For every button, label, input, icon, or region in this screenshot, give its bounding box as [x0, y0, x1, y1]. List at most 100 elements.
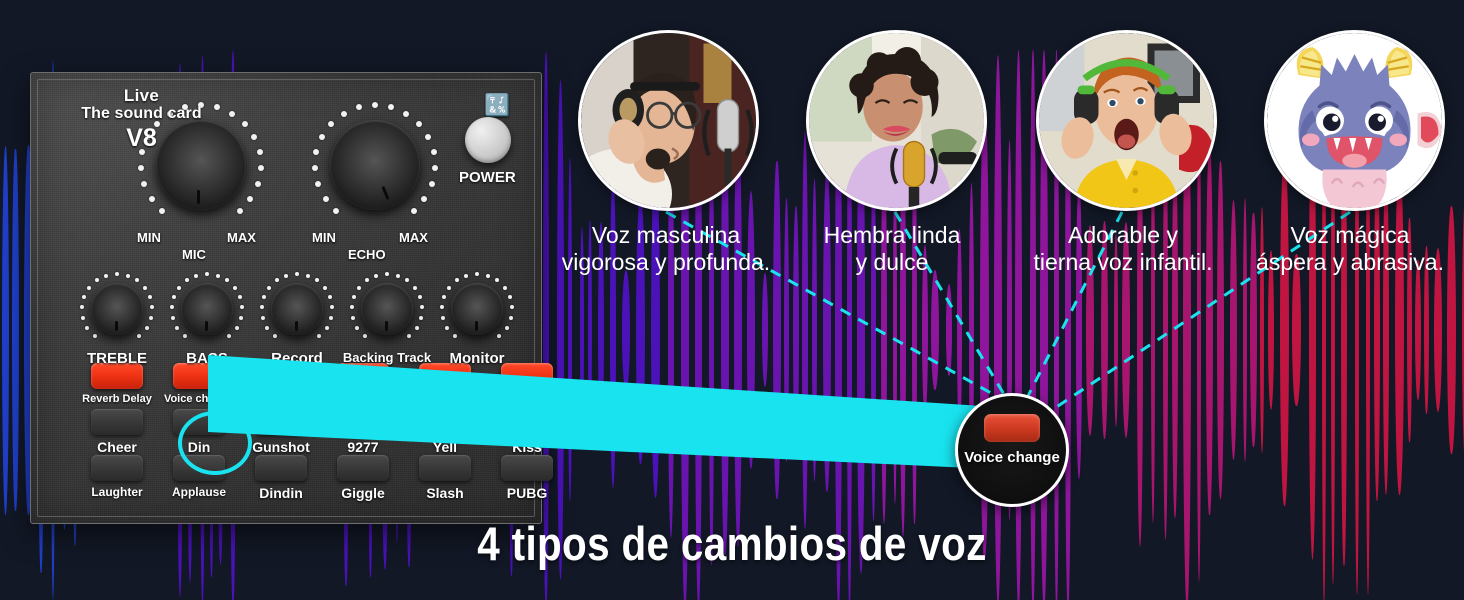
voice-change-button-zoomed[interactable] — [984, 414, 1040, 442]
knob-tick-dot — [425, 134, 432, 141]
sound-pad-pubg[interactable] — [501, 455, 553, 481]
knob-echo-cap[interactable] — [330, 120, 420, 210]
small-knob-monitor[interactable] — [439, 271, 515, 347]
sound-pad-9277[interactable] — [337, 409, 389, 435]
knob-mic-min-label: MIN — [137, 230, 161, 245]
knob-tick-dot — [137, 333, 142, 338]
knob-tick-dot — [405, 278, 410, 283]
knob-tick-dot — [194, 273, 199, 278]
knob-tick-dot — [464, 273, 469, 278]
knob-tick-dot — [257, 165, 264, 172]
knob-tick-dot — [274, 278, 279, 283]
small-knob-backing-track[interactable] — [349, 271, 425, 347]
knob-mic-label: MIC — [182, 247, 206, 262]
waveform-bar — [762, 272, 768, 388]
voice-change-highlight-ring — [178, 411, 252, 475]
knob-tick-dot — [215, 273, 220, 278]
small-knob-pointer — [385, 321, 388, 331]
knob-tick-dot — [428, 181, 435, 188]
caption-female-voice: Hembra linda y dulce — [823, 222, 961, 276]
knob-tick-dot — [135, 278, 140, 283]
knob-tick-dot — [241, 120, 248, 127]
knob-tick-dot — [418, 316, 423, 321]
small-knob-pointer — [475, 321, 478, 331]
knob-tick-dot — [388, 104, 395, 111]
promo-headline: 4 tipos de cambios de voz — [477, 517, 987, 570]
waveform-bar — [1217, 160, 1224, 500]
sound-pad-gunshot[interactable] — [255, 409, 307, 435]
sound-pad-giggle[interactable] — [337, 455, 389, 481]
power-button[interactable] — [465, 117, 511, 163]
knob-tick-dot — [315, 278, 320, 283]
knob-tick-dot — [333, 207, 340, 214]
small-knob-cap[interactable] — [91, 283, 143, 335]
sound-pad-laughter[interactable] — [91, 455, 143, 481]
sound-pad-cheer[interactable] — [91, 409, 143, 435]
knob-tick-dot — [265, 325, 270, 330]
knob-tick-dot — [407, 333, 412, 338]
knob-tick-dot — [182, 333, 187, 338]
sound-pad-kiss[interactable] — [501, 409, 553, 435]
knob-mic-max-label: MAX — [227, 230, 256, 245]
knob-echo[interactable] — [311, 101, 439, 229]
waveform-bar — [930, 269, 939, 391]
knob-tick-dot — [172, 295, 177, 300]
small-knob-cap[interactable] — [271, 283, 323, 335]
sound-pad-yell[interactable] — [419, 409, 471, 435]
knob-tick-dot — [312, 165, 319, 172]
sound-pad-slash[interactable] — [419, 455, 471, 481]
knob-tick-dot — [318, 134, 325, 141]
small-knob-cap[interactable] — [181, 283, 233, 335]
waveform-bar — [1206, 144, 1213, 516]
waveform-bar — [1415, 260, 1421, 400]
knob-tick-dot — [141, 181, 148, 188]
knob-tick-dot — [322, 195, 329, 202]
knob-tick-dot — [175, 325, 180, 330]
waveform-bar — [945, 283, 953, 377]
knob-tick-dot — [238, 316, 243, 321]
small-knob-record[interactable] — [259, 271, 335, 347]
small-knob-cap[interactable] — [361, 283, 413, 335]
photo-male-voice — [578, 30, 759, 211]
knob-tick-dot — [284, 273, 289, 278]
sound-pad-dindin[interactable] — [255, 455, 307, 481]
waveform-bar — [1382, 165, 1390, 495]
knob-tick-dot — [350, 305, 355, 310]
small-knob-bass[interactable] — [169, 271, 245, 347]
waveform-bar — [1280, 154, 1289, 506]
knob-tick-dot — [497, 333, 502, 338]
knob-tick-dot — [225, 278, 230, 283]
knob-tick-dot — [364, 278, 369, 283]
photo-child-voice — [1036, 30, 1217, 211]
caption-monster-voice: Voz mágica áspera y abrasiva. — [1256, 222, 1444, 276]
knob-tick-dot — [82, 295, 87, 300]
knob-tick-dot — [485, 273, 490, 278]
knob-tick-dot — [148, 195, 155, 202]
knob-tick-dot — [445, 325, 450, 330]
knob-tick-dot — [419, 305, 424, 310]
knob-tick-dot — [395, 273, 400, 278]
knob-tick-dot — [504, 325, 509, 330]
waveform-bar — [801, 131, 809, 529]
knob-tick-dot — [104, 273, 109, 278]
knob-tick-dot — [115, 272, 119, 276]
cartoon-purple-monster-avatar-icon — [1267, 33, 1442, 208]
waveform-bar — [1229, 199, 1237, 461]
knob-tick-dot — [87, 285, 92, 290]
knob-echo-min-label: MIN — [312, 230, 336, 245]
knob-tick-dot — [431, 165, 438, 172]
knob-mic-pointer — [197, 190, 200, 204]
small-knob-cap[interactable] — [451, 283, 503, 335]
knob-tick-dot — [313, 149, 320, 156]
waveform-bar — [12, 148, 19, 512]
bluetooth-icon: 🔣 — [484, 94, 511, 117]
power-label: POWER — [459, 169, 516, 186]
knob-tick-dot — [236, 207, 243, 214]
voice-change-magnifier-callout: Voice change — [955, 393, 1069, 507]
photo-female-voice — [806, 30, 987, 211]
knob-tick-dot — [205, 272, 209, 276]
knob-tick-dot — [442, 295, 447, 300]
small-knob-treble[interactable] — [79, 271, 155, 347]
waveform-bar — [556, 80, 564, 580]
effect-button-label: Crack — [346, 393, 380, 407]
